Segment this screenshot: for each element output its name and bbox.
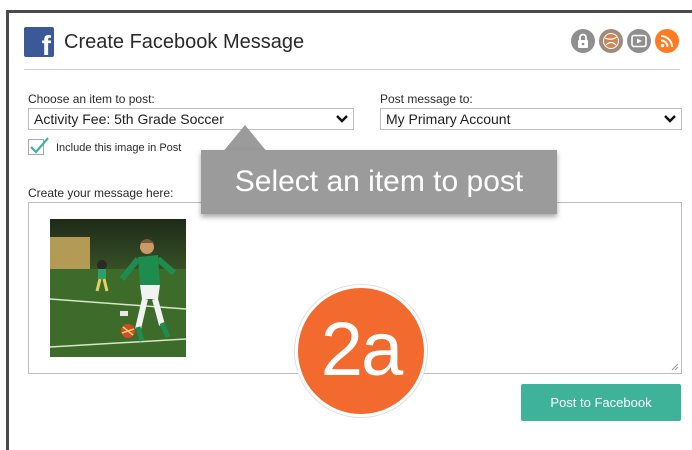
chevron-down-icon[interactable] (659, 109, 681, 129)
globe-icon[interactable] (599, 29, 623, 53)
include-image-label: Include this image in Post (56, 142, 182, 154)
tooltip-pointer (222, 125, 268, 153)
dialog-header: f Create Facebook Message (24, 27, 679, 69)
facebook-logo-letter: f (41, 30, 51, 58)
post-to-label: Post message to: (380, 92, 473, 106)
resize-grip-icon[interactable] (671, 363, 679, 371)
facebook-logo-icon: f (24, 27, 54, 57)
rss-icon[interactable] (655, 29, 679, 53)
checkmark-icon (30, 137, 49, 154)
header-divider (24, 69, 680, 70)
post-to-select[interactable]: My Primary Account (380, 108, 682, 130)
header-icon-group (571, 29, 679, 55)
message-label: Create your message here: (28, 186, 174, 200)
chevron-down-icon[interactable] (331, 109, 353, 129)
post-image (50, 219, 186, 357)
post-to-facebook-button[interactable]: Post to Facebook (521, 384, 681, 421)
item-select[interactable]: Activity Fee: 5th Grade Soccer (28, 108, 354, 130)
post-to-value: My Primary Account (386, 111, 511, 127)
step-badge: 2a (295, 285, 427, 417)
item-select-value: Activity Fee: 5th Grade Soccer (34, 111, 224, 127)
include-image-checkbox[interactable] (28, 137, 49, 155)
video-icon[interactable] (627, 29, 651, 53)
dialog-title: Create Facebook Message (64, 31, 305, 53)
instruction-tooltip: Select an item to post (201, 150, 557, 214)
item-select-label: Choose an item to post: (28, 92, 155, 106)
lock-icon[interactable] (571, 29, 595, 53)
